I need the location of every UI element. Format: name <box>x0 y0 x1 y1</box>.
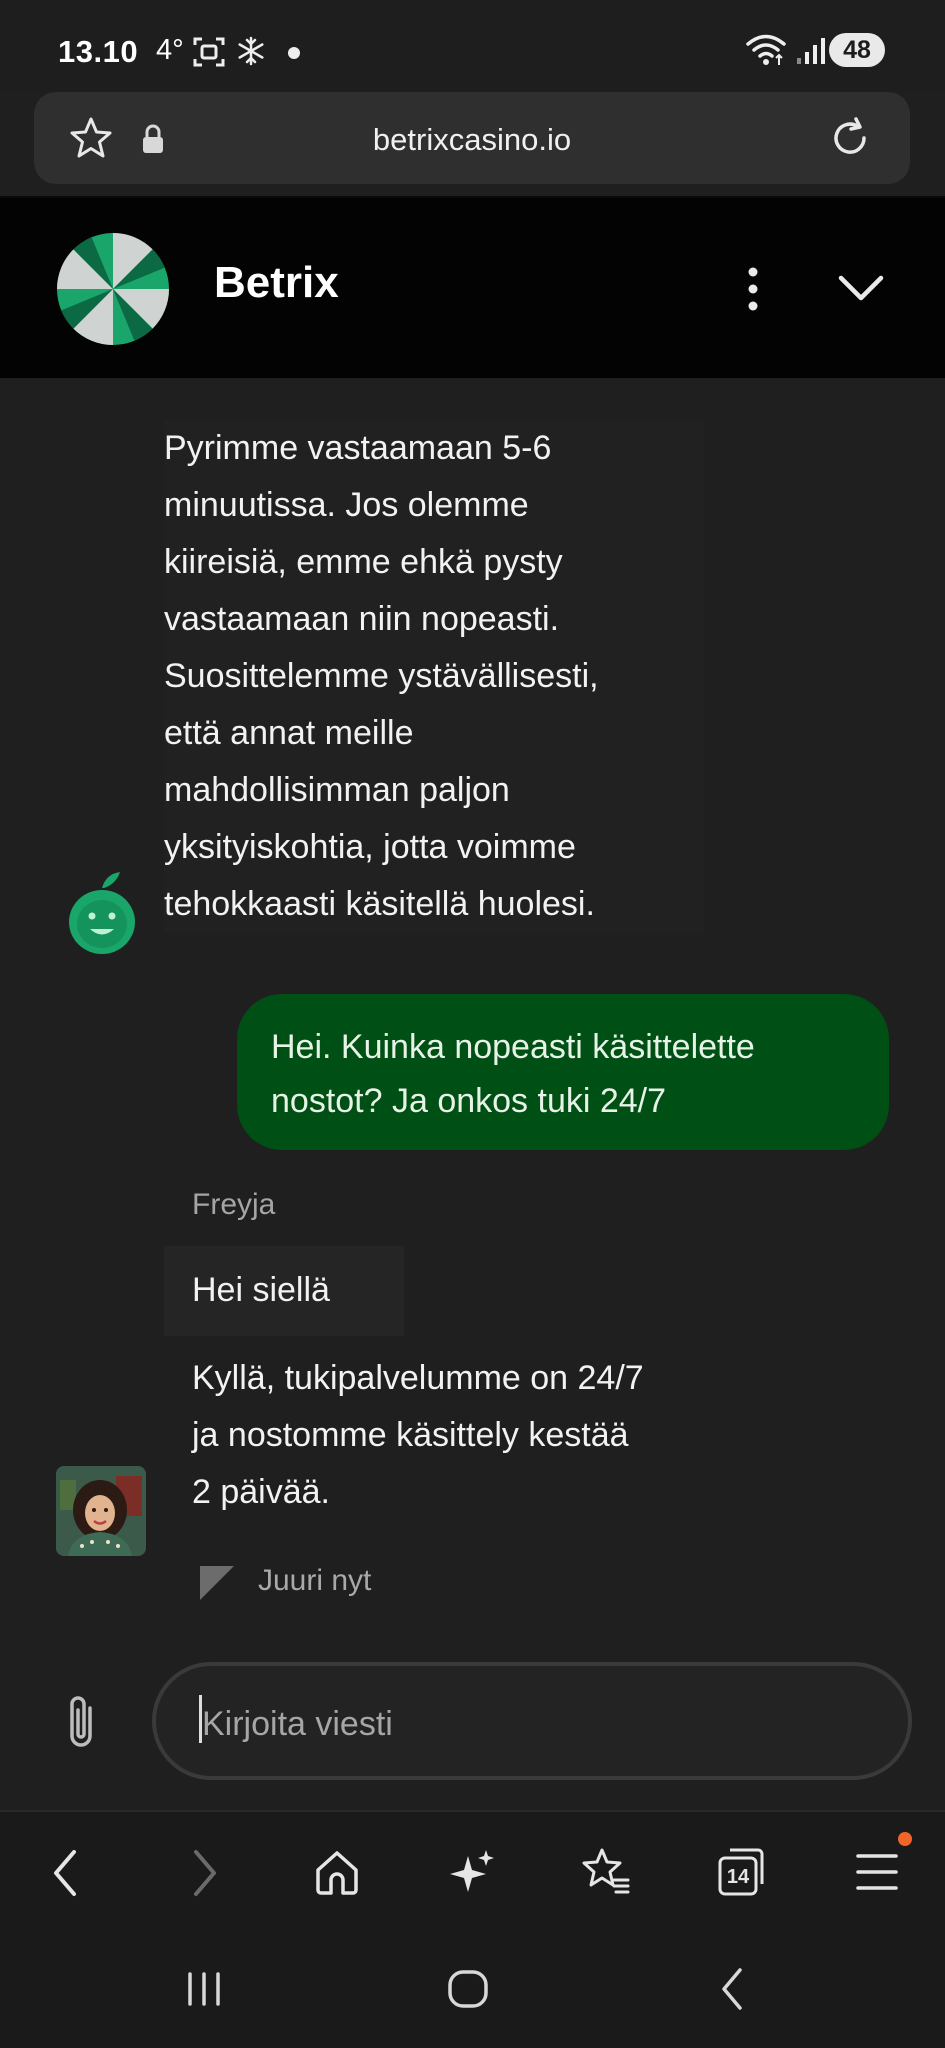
status-temperature: 4° <box>156 34 184 66</box>
system-home-icon[interactable] <box>446 1968 490 2010</box>
user-message-text: Hei. Kuinka nopeasti käsittelette nostot… <box>271 1020 871 1128</box>
menu-icon[interactable] <box>854 1852 900 1892</box>
more-options-icon[interactable] <box>743 264 763 314</box>
bookmarks-icon[interactable] <box>580 1846 632 1898</box>
signal-icon <box>797 38 825 64</box>
text-cursor <box>199 1695 202 1743</box>
system-back-icon[interactable] <box>716 1966 748 2012</box>
menu-notification-badge <box>898 1832 912 1846</box>
reload-icon[interactable] <box>826 114 874 162</box>
status-time: 13.10 <box>58 34 139 69</box>
message-line: Kyllä, tukipalvelumme on 24/7 <box>192 1359 644 1397</box>
battery-indicator: 48 <box>829 33 885 67</box>
chat-title: Betrix <box>214 258 339 307</box>
forward-arrow-icon[interactable] <box>188 1848 222 1898</box>
divider <box>0 1810 945 1812</box>
bot-avatar-icon <box>69 872 135 954</box>
agent-message: Kyllä, tukipalvelumme on 24/7 ja nostomm… <box>164 1350 744 1530</box>
home-icon[interactable] <box>312 1848 362 1898</box>
attachment-icon[interactable] <box>62 1692 100 1752</box>
user-message: Hei. Kuinka nopeasti käsittelette nostot… <box>237 994 889 1150</box>
snowflake-icon <box>238 36 264 66</box>
message-line: mahdollisimman paljon <box>164 771 510 809</box>
betrix-logo-icon <box>57 233 169 345</box>
agent-message-text: Hei siellä <box>192 1271 330 1309</box>
agent-name: Freyja <box>192 1188 276 1221</box>
message-line: Hei. Kuinka nopeasti käsittelette <box>271 1028 755 1066</box>
tab-count[interactable]: 14 <box>720 1866 756 1889</box>
recent-apps-icon[interactable] <box>184 1970 224 2008</box>
bookmark-star-icon[interactable] <box>68 115 114 161</box>
message-line: yksityiskohtia, jotta voimme <box>164 828 576 866</box>
message-line: tehokkaasti käsitellä huolesi. <box>164 885 595 923</box>
message-input[interactable] <box>202 1702 842 1746</box>
message-line: vastaamaan niin nopeasti. <box>164 600 560 638</box>
message-line: kiireisiä, emme ehkä pysty <box>164 543 563 581</box>
agent-avatar <box>56 1466 146 1556</box>
chevron-down-icon[interactable] <box>836 272 886 306</box>
message-line: 2 päivää. <box>192 1473 330 1511</box>
message-line: minuutissa. Jos olemme <box>164 486 529 524</box>
message-line: Pyrimme vastaamaan 5-6 <box>164 429 552 467</box>
agent-message-text: Kyllä, tukipalvelumme on 24/7 ja nostomm… <box>192 1350 644 1521</box>
lock-icon <box>143 124 163 153</box>
back-arrow-icon[interactable] <box>48 1848 82 1898</box>
message-line: Suosittelemme ystävällisesti, <box>164 657 599 695</box>
wifi-icon <box>746 34 786 65</box>
message-line: että annat meille <box>164 714 414 752</box>
message-tail-icon <box>200 1566 234 1600</box>
ai-sparkle-icon[interactable] <box>446 1846 498 1898</box>
message-composer[interactable] <box>152 1662 912 1780</box>
notification-dot-icon <box>288 47 300 59</box>
message-line: ja nostomme käsittely kestää <box>192 1416 629 1454</box>
screen-capture-icon <box>193 37 225 67</box>
message-line: nostot? Ja onkos tuki 24/7 <box>271 1082 667 1120</box>
message-timestamp: Juuri nyt <box>258 1564 372 1597</box>
bot-message: Pyrimme vastaamaan 5-6 minuutissa. Jos o… <box>164 420 704 933</box>
agent-message: Hei siellä <box>164 1246 404 1336</box>
